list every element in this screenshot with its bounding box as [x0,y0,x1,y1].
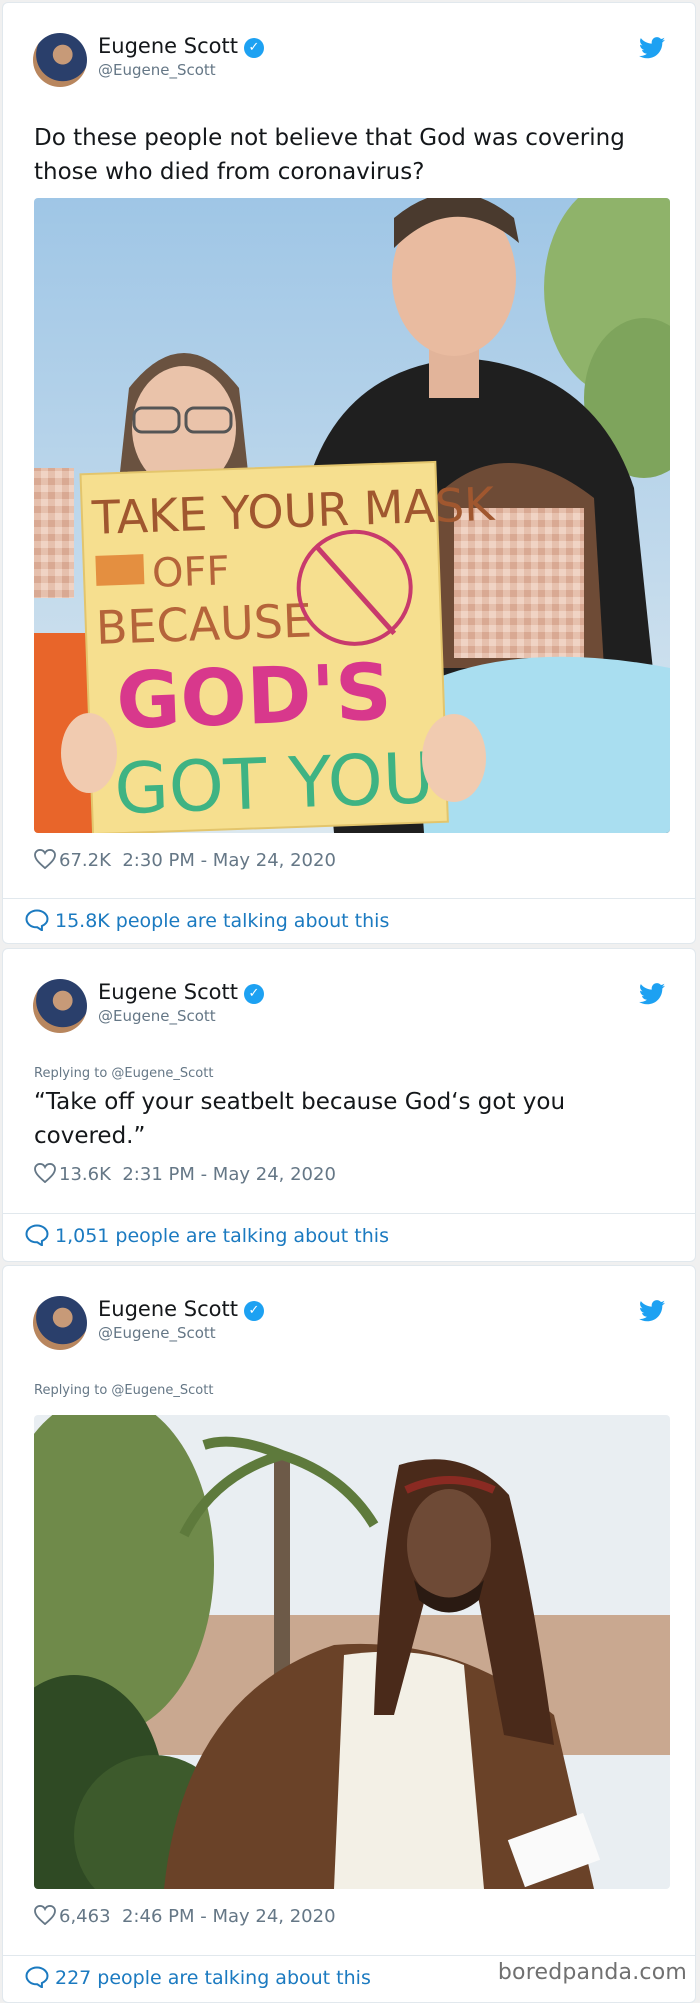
costume-photo-drawing [34,1415,670,1889]
author-name[interactable]: Eugene Scott ✓ [98,34,264,58]
sign-line-5: GOT YOU [113,737,435,830]
avatar[interactable] [33,33,87,87]
verified-badge-icon: ✓ [243,984,264,1004]
watermark: boredpanda.com [497,1960,687,1985]
like-count: 13.6K [59,1164,111,1185]
speech-bubble-icon [25,1966,49,1988]
author-name[interactable]: Eugene Scott ✓ [98,980,264,1004]
tweet-photo-costume[interactable] [34,1415,670,1889]
replying-to[interactable]: Replying to @Eugene_Scott [34,1066,213,1081]
heart-icon[interactable] [34,1905,56,1925]
conversation-text: 227 people are talking about this [55,1967,371,1989]
verified-badge-icon: ✓ [243,38,264,58]
like-count: 67.2K [59,850,111,871]
author-name-text: Eugene Scott [98,980,238,1004]
conversation-text: 1,051 people are talking about this [55,1225,389,1247]
tweet-timestamp[interactable]: 2:46 PM - May 24, 2020 [122,1906,336,1927]
tweet-timestamp[interactable]: 2:31 PM - May 24, 2020 [122,1164,336,1185]
author-handle[interactable]: @Eugene_Scott [98,61,216,79]
sign-line-2: OFF [151,548,230,597]
tweet-meta: 67.2K 2:30 PM - May 24, 2020 [34,849,336,871]
author-name-text: Eugene Scott [98,34,238,58]
protest-photo-drawing: TAKE YOUR MASK OFF BECAUSE GOD'S GOT YOU [34,198,670,833]
heart-icon[interactable] [34,1163,56,1183]
tweet-card-3: Eugene Scott ✓ @Eugene_Scott Replying to … [2,1265,696,2003]
speech-bubble-icon [25,1224,49,1246]
conversation-link[interactable]: 1,051 people are talking about this [25,1224,389,1247]
conversation-link[interactable]: 227 people are talking about this [25,1966,371,1989]
twitter-bird-icon[interactable] [639,983,665,1005]
author-name[interactable]: Eugene Scott ✓ [98,1297,264,1321]
tweet-text: “Take off your seatbelt because God‘s go… [34,1089,566,1149]
verified-badge-icon: ✓ [243,1301,264,1321]
replying-to[interactable]: Replying to @Eugene_Scott [34,1383,213,1398]
tweet-text: Do these people not believe that God was… [34,125,625,185]
sign-line-3: BECAUSE [95,593,313,655]
conversation-text: 15.8K people are talking about this [55,910,390,932]
avatar[interactable] [33,979,87,1033]
twitter-bird-icon[interactable] [639,37,665,59]
sign-line-4: GOD'S [115,648,393,748]
conversation-link[interactable]: 15.8K people are talking about this [25,909,389,932]
tweet-card-1: Eugene Scott ✓ @Eugene_Scott Do these peo… [2,2,696,944]
tweet-photo-protest-sign[interactable]: TAKE YOUR MASK OFF BECAUSE GOD'S GOT YOU [34,198,670,833]
author-handle[interactable]: @Eugene_Scott [98,1324,216,1342]
divider [3,1955,695,1956]
heart-icon[interactable] [34,849,56,869]
tweet-card-2: Eugene Scott ✓ @Eugene_Scott Replying to … [2,948,696,1262]
like-count: 6,463 [59,1906,111,1927]
twitter-bird-icon[interactable] [639,1300,665,1322]
author-name-text: Eugene Scott [98,1297,238,1321]
speech-bubble-icon [25,909,49,931]
divider [3,898,695,899]
author-handle[interactable]: @Eugene_Scott [98,1007,216,1025]
tweet-meta: 6,463 2:46 PM - May 24, 2020 [34,1905,336,1927]
tweet-timestamp[interactable]: 2:30 PM - May 24, 2020 [122,850,336,871]
avatar[interactable] [33,1296,87,1350]
tweet-meta: 13.6K 2:31 PM - May 24, 2020 [34,1163,336,1185]
divider [3,1213,695,1214]
